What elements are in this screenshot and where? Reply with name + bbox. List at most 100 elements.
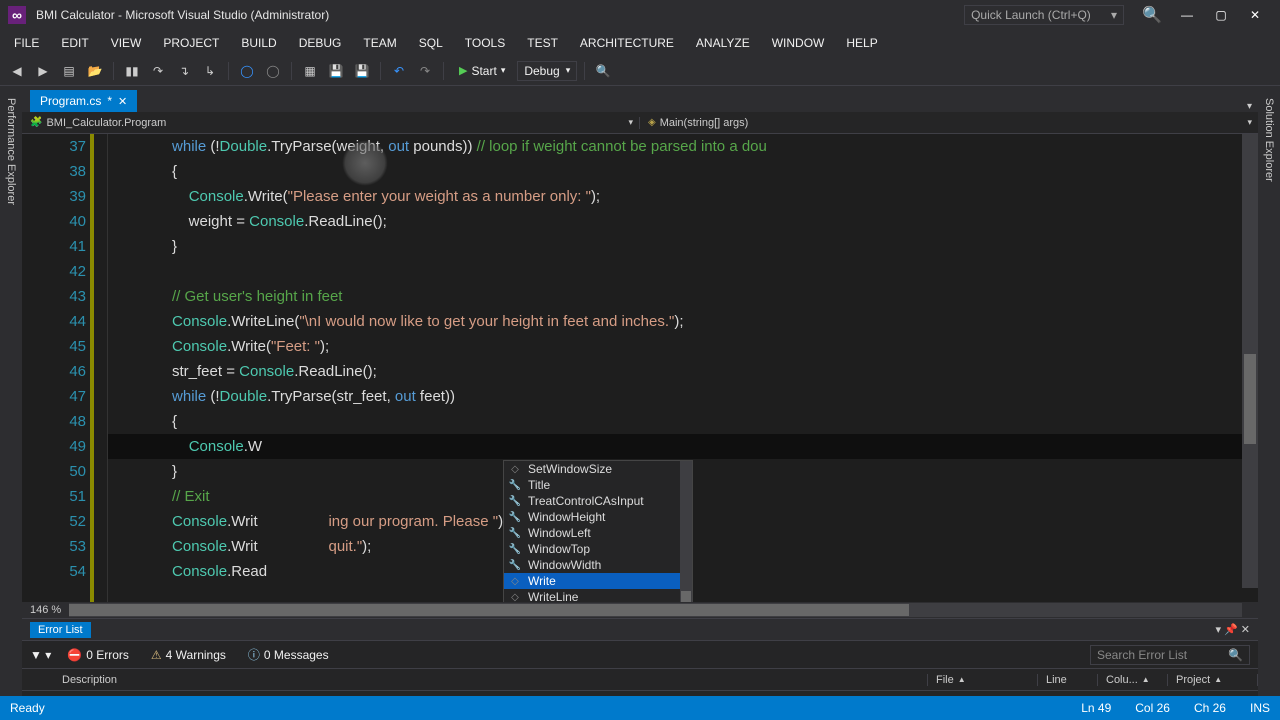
error-icon: ⛔ — [67, 648, 82, 662]
new-item-button[interactable]: ▤ — [58, 60, 80, 82]
horizontal-scrollbar[interactable] — [69, 603, 1242, 617]
code-line[interactable]: // Get user's height in feet — [108, 284, 1258, 309]
errors-filter[interactable]: ⛔0 Errors — [61, 646, 135, 664]
quick-launch-input[interactable]: Quick Launch (Ctrl+Q) ▾ — [964, 5, 1124, 25]
find-button[interactable]: 🔍 — [592, 60, 614, 82]
chevron-down-icon: ▾ — [628, 117, 633, 128]
menu-help[interactable]: HELP — [836, 32, 887, 54]
filter-dropdown[interactable]: ▼ ▾ — [30, 648, 51, 662]
menu-architecture[interactable]: ARCHITECTURE — [570, 32, 684, 54]
left-rail: Performance Explorer — [0, 86, 22, 696]
zoom-level[interactable]: 146 % — [22, 604, 69, 616]
window-title: BMI Calculator - Microsoft Visual Studio… — [36, 8, 964, 22]
intellisense-item[interactable]: ◇WriteLine — [504, 589, 680, 602]
code-line[interactable]: Console.W — [108, 434, 1258, 459]
back-button[interactable]: ◀ — [6, 60, 28, 82]
code-line[interactable] — [108, 259, 1258, 284]
code-line[interactable]: { — [108, 409, 1258, 434]
code-line[interactable]: while (!Double.TryParse(weight, out poun… — [108, 134, 1258, 159]
menu-edit[interactable]: EDIT — [51, 32, 98, 54]
intellisense-item[interactable]: 🔧WindowHeight — [504, 509, 680, 525]
nav-fwd-button[interactable]: ◯ — [262, 60, 284, 82]
file-tab-program[interactable]: Program.cs * ✕ — [30, 90, 137, 112]
menu-team[interactable]: TEAM — [353, 32, 406, 54]
menu-analyze[interactable]: ANALYZE — [686, 32, 760, 54]
code-line[interactable]: Console.Write("Please enter your weight … — [108, 184, 1258, 209]
code-line[interactable]: weight = Console.ReadLine(); — [108, 209, 1258, 234]
file-tab-row: Program.cs * ✕ ▾ — [22, 86, 1258, 112]
warnings-filter[interactable]: ⚠4 Warnings — [145, 646, 232, 664]
intellisense-item[interactable]: ◇SetWindowSize — [504, 461, 680, 477]
col-project[interactable]: Project▲ — [1168, 674, 1258, 686]
status-ready: Ready — [10, 701, 45, 715]
intellisense-item[interactable]: 🔧WindowLeft — [504, 525, 680, 541]
performance-explorer-tab[interactable]: Performance Explorer — [5, 92, 17, 211]
intellisense-popup[interactable]: ◇SetWindowSize🔧Title🔧TreatControlCAsInpu… — [503, 460, 693, 602]
pin-icon[interactable]: 📌 — [1224, 623, 1238, 636]
tab-overflow-button[interactable]: ▾ — [1247, 101, 1252, 112]
intellisense-item[interactable]: 🔧TreatControlCAsInput — [504, 493, 680, 509]
col-file[interactable]: File▲ — [928, 674, 1038, 686]
open-button[interactable]: 📂 — [84, 60, 106, 82]
menu-sql[interactable]: SQL — [409, 32, 453, 54]
chevron-down-icon: ▾ — [1247, 117, 1252, 128]
redo-button[interactable]: ↷ — [414, 60, 436, 82]
close-icon[interactable]: ✕ — [1241, 623, 1250, 636]
menu-file[interactable]: FILE — [4, 32, 49, 54]
save-all-button[interactable]: 💾 — [351, 60, 373, 82]
fold-margin[interactable] — [94, 134, 108, 602]
menu-tools[interactable]: TOOLS — [455, 32, 515, 54]
menu-test[interactable]: TEST — [517, 32, 568, 54]
code-line[interactable]: while (!Double.TryParse(str_feet, out fe… — [108, 384, 1258, 409]
forward-button[interactable]: ▶ — [32, 60, 54, 82]
vertical-scrollbar[interactable] — [1242, 134, 1258, 588]
code-line[interactable]: { — [108, 159, 1258, 184]
intellisense-item[interactable]: 🔧WindowTop — [504, 541, 680, 557]
close-button[interactable]: ✕ — [1238, 4, 1272, 26]
solution-explorer-tab[interactable]: Solution Explorer — [1263, 92, 1275, 188]
step-over-button[interactable]: ↴ — [173, 60, 195, 82]
intellisense-scrollbar[interactable] — [680, 461, 692, 602]
code-editor[interactable]: 373839404142434445464748495051525354 ◇Se… — [22, 134, 1258, 602]
code-line[interactable]: Console.Write("Feet: "); — [108, 334, 1258, 359]
error-columns: Description File▲ Line Colu...▲ Project▲ — [22, 669, 1258, 691]
maximize-button[interactable]: ▢ — [1204, 4, 1238, 26]
method-selector[interactable]: ◈ Main(string[] args) ▾ — [640, 117, 1258, 129]
intellisense-item[interactable]: ◇Write — [504, 573, 680, 589]
minimize-button[interactable]: — — [1170, 4, 1204, 26]
pause-button[interactable]: ▮▮ — [121, 60, 143, 82]
new-project-button[interactable]: ▦ — [299, 60, 321, 82]
error-list-tab[interactable]: Error List — [30, 622, 91, 638]
menu-view[interactable]: VIEW — [101, 32, 152, 54]
col-description[interactable]: Description — [54, 674, 928, 686]
class-selector[interactable]: 🧩 BMI_Calculator.Program ▾ — [22, 117, 640, 129]
status-bar: Ready Ln 49 Col 26 Ch 26 INS — [0, 696, 1280, 720]
intellisense-item[interactable]: 🔧Title — [504, 477, 680, 493]
undo-button[interactable]: ↶ — [388, 60, 410, 82]
menu-project[interactable]: PROJECT — [153, 32, 229, 54]
error-list-panel: Error List ▾ 📌 ✕ ▼ ▾ ⛔0 Errors ⚠4 Warnin… — [22, 618, 1258, 696]
member-icon: ◇ — [508, 576, 522, 587]
info-icon: ⓘ — [248, 646, 260, 663]
col-line[interactable]: Line — [1038, 674, 1098, 686]
menu-window[interactable]: WINDOW — [762, 32, 835, 54]
col-column[interactable]: Colu...▲ — [1098, 674, 1168, 686]
step-out-button[interactable]: ↳ — [199, 60, 221, 82]
close-icon[interactable]: ✕ — [118, 95, 127, 108]
start-button[interactable]: ▶ Start ▾ — [451, 62, 513, 80]
main-menu: FILEEDITVIEWPROJECTBUILDDEBUGTEAMSQLTOOL… — [0, 30, 1280, 56]
intellisense-item[interactable]: 🔧WindowWidth — [504, 557, 680, 573]
save-button[interactable]: 💾 — [325, 60, 347, 82]
menu-build[interactable]: BUILD — [231, 32, 286, 54]
code-line[interactable]: } — [108, 234, 1258, 259]
menu-debug[interactable]: DEBUG — [289, 32, 352, 54]
config-select[interactable]: Debug ▾ — [517, 61, 577, 81]
error-search-input[interactable]: Search Error List 🔍 — [1090, 645, 1250, 665]
search-icon[interactable]: 🔍 — [1142, 5, 1162, 25]
code-line[interactable]: str_feet = Console.ReadLine(); — [108, 359, 1258, 384]
step-button[interactable]: ↷ — [147, 60, 169, 82]
dropdown-icon[interactable]: ▾ — [1216, 623, 1222, 636]
nav-back-button[interactable]: ◯ — [236, 60, 258, 82]
messages-filter[interactable]: ⓘ0 Messages — [242, 644, 335, 665]
code-line[interactable]: Console.WriteLine("\nI would now like to… — [108, 309, 1258, 334]
